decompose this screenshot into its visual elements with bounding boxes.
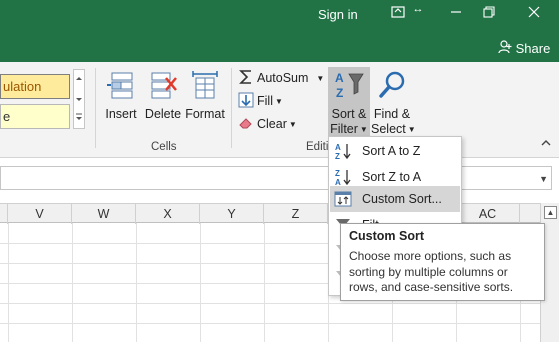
svg-text:A: A (335, 178, 341, 186)
custom-sort-tooltip: Custom Sort Choose more options, such as… (340, 223, 545, 301)
delete-button[interactable]: Delete (143, 70, 183, 122)
sigma-icon (238, 69, 254, 85)
person-icon (498, 40, 512, 57)
ribbon-display-options-icon[interactable] (388, 5, 408, 23)
sort-z-to-a-icon: ZA (334, 168, 352, 187)
find-select-label-line1: Find & (373, 107, 411, 121)
note-style[interactable]: e (0, 104, 70, 129)
clear-button[interactable]: Clear ▼ (238, 114, 297, 134)
calculation-style[interactable]: ulation (0, 74, 70, 99)
sort-a-to-z-icon: AZ (334, 142, 352, 161)
clear-label: Clear (257, 117, 287, 131)
sort-filter-label-line1: Sort & (331, 107, 367, 121)
format-button[interactable]: Format (184, 70, 226, 122)
custom-sort-icon (334, 190, 352, 208)
tooltip-title: Custom Sort (349, 229, 424, 243)
tooltip-description: Choose more options, such as sorting by … (349, 249, 514, 294)
sort-filter-button[interactable]: AZ Sort & Filter ▼ (328, 70, 370, 137)
svg-text:Z: Z (336, 86, 343, 100)
insert-button[interactable]: Insert (102, 70, 140, 122)
restore-icon[interactable] (479, 5, 499, 23)
title-bar: Sign in ↔ Share (0, 0, 559, 62)
share-label: Share (515, 41, 551, 56)
scroll-up-icon[interactable]: ▲ (544, 206, 557, 219)
insert-cells-icon (102, 70, 140, 104)
fill-button[interactable]: Fill ▼ (238, 91, 283, 111)
column-header-ac[interactable]: AC (456, 204, 520, 224)
menu-item-label: Sort A to Z (362, 144, 421, 158)
svg-text:Z: Z (335, 152, 340, 160)
insert-label: Insert (105, 107, 137, 121)
styles-gallery-scroll[interactable] (73, 69, 85, 129)
collapse-ribbon-icon[interactable] (540, 136, 552, 156)
autosum-button[interactable]: AutoSum ▼ (238, 68, 324, 88)
eraser-icon (238, 115, 254, 131)
format-cells-icon (184, 70, 226, 104)
editing-group-label: Editi (306, 141, 329, 153)
svg-text:A: A (335, 71, 344, 85)
expand-formula-bar-icon[interactable]: ▼ (539, 174, 548, 184)
menu-item-sort-a-to-z[interactable]: AZ Sort A to Z (330, 138, 460, 164)
fill-down-icon (238, 92, 254, 108)
sort-filter-icon: AZ (328, 70, 370, 104)
column-header-partial[interactable] (0, 204, 8, 224)
column-header-w[interactable]: W (72, 204, 136, 224)
close-icon[interactable] (524, 5, 544, 23)
ribbon-separator (95, 68, 96, 148)
column-header-z[interactable]: Z (264, 204, 328, 224)
delete-label: Delete (144, 107, 182, 121)
autosum-label: AutoSum (257, 71, 309, 85)
magnifier-icon (371, 70, 413, 104)
fill-label: Fill (257, 94, 273, 108)
share-button[interactable]: Share (498, 40, 550, 57)
column-header-x[interactable]: X (136, 204, 200, 224)
svg-text:A: A (335, 143, 341, 152)
menu-item-label: Custom Sort... (362, 192, 442, 206)
delete-cells-icon (143, 70, 183, 104)
formula-input[interactable]: ▼ (0, 166, 552, 190)
formula-bar: ▼ (0, 158, 559, 198)
menu-item-custom-sort[interactable]: Custom Sort... (330, 186, 460, 212)
column-header-v[interactable]: V (8, 204, 72, 224)
find-select-button[interactable]: Find & Select ▼ (371, 70, 416, 137)
ribbon: ulation e Insert Delete Format Cells Aut… (0, 62, 559, 158)
minimize-icon[interactable] (446, 5, 466, 23)
column-header-y[interactable]: Y (200, 204, 264, 224)
ribbon-separator (231, 68, 232, 148)
resize-arrows-icon: ↔ (412, 3, 424, 15)
find-select-label-line2: Select (371, 122, 406, 136)
svg-text:Z: Z (335, 169, 340, 178)
sort-filter-label-line2: Filter (330, 122, 358, 136)
sign-in-link[interactable]: Sign in (318, 7, 358, 22)
format-label: Format (185, 107, 225, 121)
cells-group-label: Cells (151, 141, 177, 153)
